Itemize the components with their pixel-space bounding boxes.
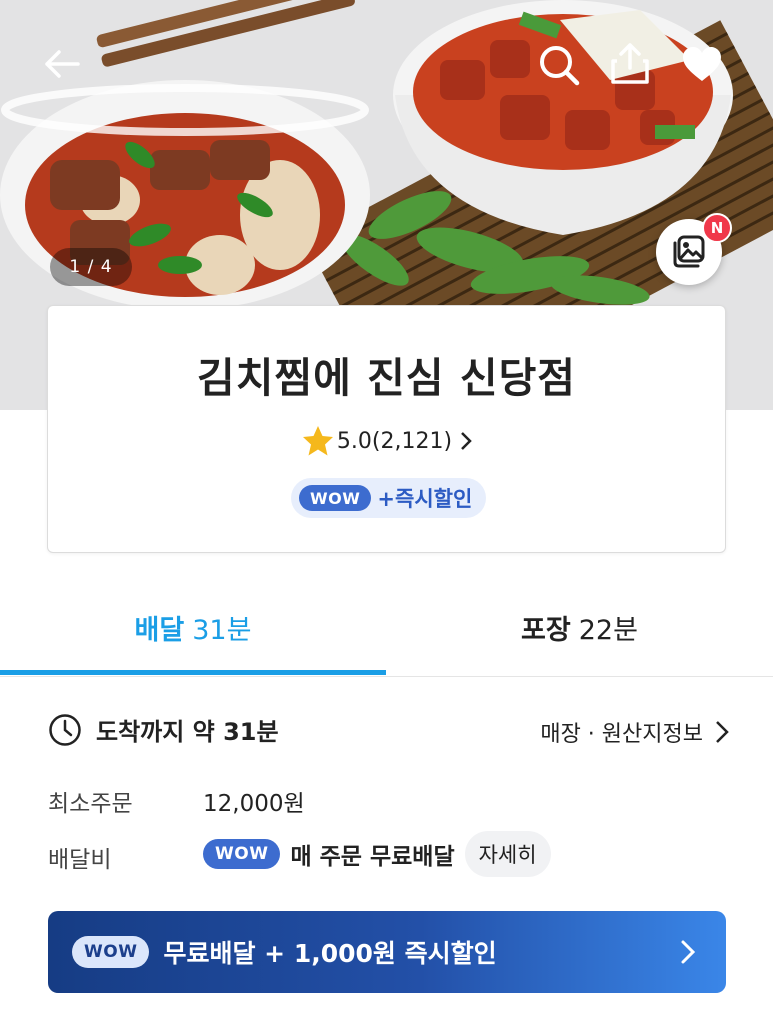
delivery-fee-row: WOW 매 주문 무료배달 자세히 [203,831,551,877]
new-badge: N [702,213,732,243]
delivery-fee-label: 배달비 [48,847,112,873]
tab-delivery-time: 31분 [192,614,252,646]
chevron-right-icon [461,432,472,450]
tab-pickup[interactable]: 포장 22분 [386,592,773,662]
wow-badge: WOW [203,839,281,869]
rating-value: 5.0 [336,428,372,454]
tab-delivery-label: 배달 [134,614,185,646]
star-icon [302,426,333,456]
wow-badge: WOW [299,485,372,511]
image-counter: 1 / 4 [50,248,132,286]
banner-text: 무료배달 + 1,000원 즉시할인 [163,939,497,968]
wow-instant-discount-badge: WOW +즉시할인 [291,478,487,518]
store-name: 김치찜에 진심 신당점 [196,354,577,402]
min-order-label: 최소주문 [48,791,133,817]
chevron-right-icon [716,721,729,743]
gallery-icon [673,235,705,268]
tab-delivery[interactable]: 배달 31분 [0,592,386,662]
origin-link-label: 매장 · 원산지정보 [540,722,703,747]
back-arrow-icon[interactable] [40,44,84,84]
active-tab-indicator [0,670,386,675]
store-origin-info-link[interactable]: 매장 · 원산지정보 [540,716,729,748]
delivery-fee-value: 매 주문 무료배달 [290,844,455,870]
wow-promo-banner[interactable]: WOW 무료배달 + 1,000원 즉시할인 [48,911,726,993]
promo-text: +즉시할인 [377,487,473,511]
store-info-card: 김치찜에 진심 신당점 5.0 (2,121) WOW +즉시할인 [47,305,726,553]
eta-label: 도착까지 약 31분 [96,718,279,746]
wow-badge: WOW [72,936,150,968]
review-count: (2,121) [371,428,453,454]
heart-icon[interactable] [679,44,725,84]
order-type-tabs: 배달 31분 포장 22분 [0,592,773,677]
tab-pickup-time: 22분 [578,614,638,646]
clock-icon [49,713,81,746]
share-icon[interactable] [607,40,653,86]
min-order-value: 12,000원 [203,791,305,817]
tab-pickup-label: 포장 [521,614,571,646]
delivery-fee-detail-button[interactable]: 자세히 [464,831,551,877]
search-icon[interactable] [536,42,582,88]
rating-link[interactable]: 5.0 (2,121) [48,424,725,458]
chevron-right-icon [681,940,696,964]
eta-row: 도착까지 약 31분 [48,712,279,747]
